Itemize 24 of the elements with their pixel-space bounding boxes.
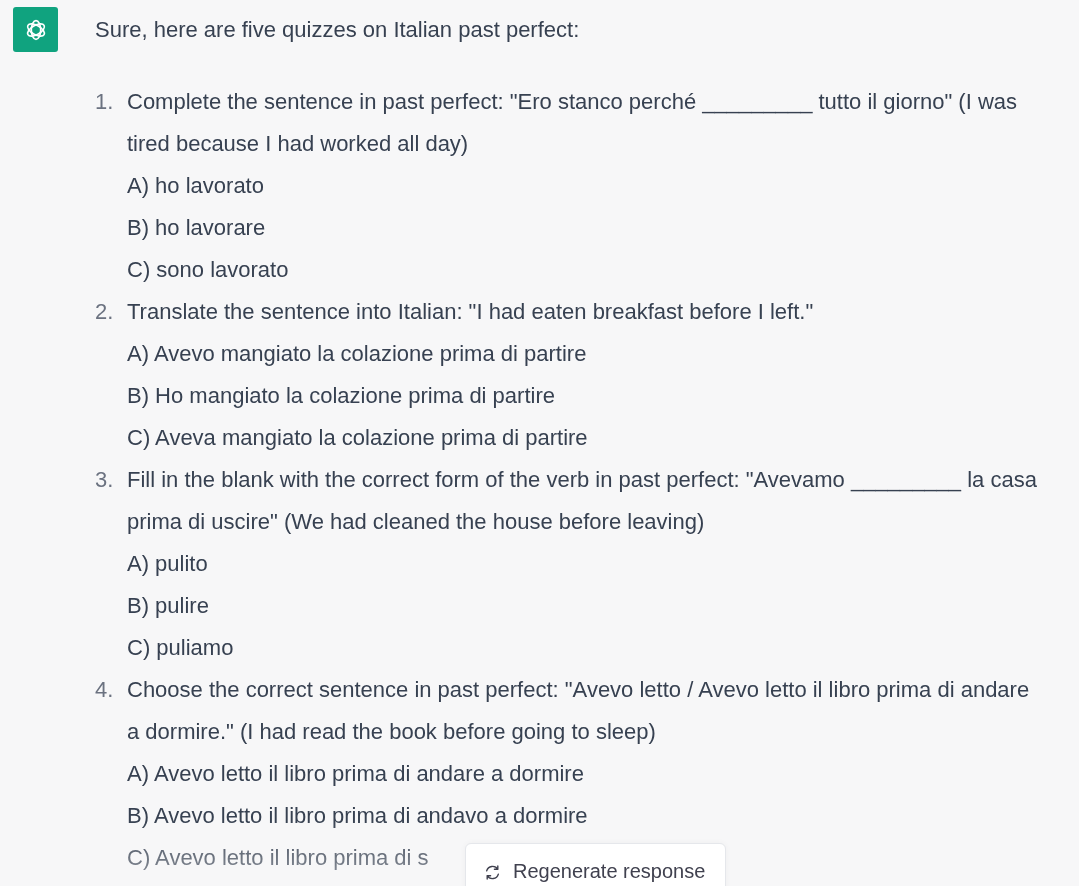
refresh-icon [484,864,501,881]
answer-option: B) Avevo letto il libro prima di andavo a dormire [127,795,588,837]
answer-option: B) pulire [127,585,209,627]
answer-option: C) Aveva mangiato la colazione prima di partire [127,417,588,459]
quiz-question: Choose the correct sentence in past perfect: "Avevo letto / Avevo letto il libro prima di andare a dormire." (I had read the book before going to sleep) [127,676,1031,746]
list-number: 3. [95,466,115,494]
answer-option: C) Avevo letto il libro prima di s [127,837,429,879]
regenerate-response-button[interactable]: Regenerate response [465,843,726,886]
answer-option: B) Ho mangiato la colazione prima di partire [127,375,555,417]
answer-option: A) ho lavorato [127,165,264,207]
list-number: 4. [95,676,115,704]
message-intro: Sure, here are five quizzes on Italian past perfect: [95,16,581,44]
assistant-avatar-icon [13,7,58,52]
answer-option: C) puliamo [127,627,234,669]
answer-option: A) Avevo letto il libro prima di andare a dormire [127,753,584,795]
quiz-question: Fill in the blank with the correct form of the verb in past perfect: "Avevamo _________ la casa prima di uscire" (We had cleaned the house before leaving) [127,466,1038,536]
quiz-question: Translate the sentence into Italian: "I had eaten breakfast before I left." [127,298,815,326]
quiz-question: Complete the sentence in past perfect: "Ero stanco perché _________ tutto il giorno" (I was tired because I had worked all day) [127,88,1019,158]
answer-option: A) Avevo mangiato la colazione prima di partire [127,333,587,375]
list-number: 2. [95,298,115,326]
answer-option: B) ho lavorare [127,207,266,249]
answer-option: C) sono lavorato [127,249,289,291]
answer-option: A) pulito [127,543,208,585]
list-number: 1. [95,88,115,116]
